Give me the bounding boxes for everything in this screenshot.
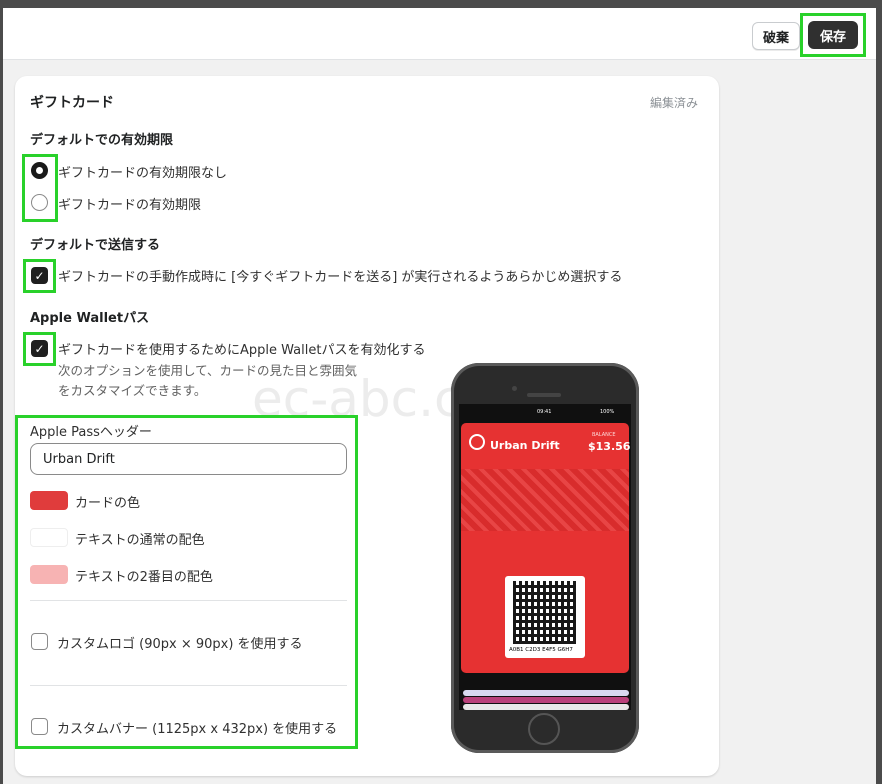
pass-name: Urban Drift — [490, 439, 560, 452]
balance-value: $13.56 — [588, 440, 631, 453]
pass-stack — [463, 697, 629, 703]
send-highlight — [23, 259, 56, 293]
pass-stack — [463, 690, 629, 696]
home-button — [528, 713, 560, 745]
status-badge: 編集済み — [650, 96, 699, 110]
wallet-help-line2: をカスタマイズできます。 — [58, 383, 207, 398]
pass-banner — [461, 469, 629, 531]
status-bar-time: 09:41 — [537, 409, 552, 415]
send-checkbox-label: ギフトカードの手動作成時に [今すぐギフトカードを送る] が実行されるようあらか… — [58, 270, 623, 285]
phone-speaker — [527, 393, 561, 397]
wallet-highlight — [23, 332, 56, 366]
pass-options-highlight — [15, 415, 358, 749]
pass-stack — [463, 704, 629, 710]
save-highlight — [800, 13, 866, 57]
radio-no-expiry-label: ギフトカードの有効期限なし — [58, 166, 228, 181]
balance-label: BALANCE — [592, 432, 616, 438]
phone-camera — [512, 386, 517, 391]
wallet-heading: Apple Walletパス — [30, 311, 150, 326]
save-bar — [3, 8, 876, 60]
radio-expiry-label: ギフトカードの有効期限 — [58, 198, 202, 213]
wallet-checkbox-label: ギフトカードを使用するためにApple Walletパスを有効化する — [58, 343, 426, 358]
qr-code-icon — [513, 581, 576, 644]
pass-logo-icon — [469, 434, 485, 450]
status-bar-battery: 100% — [600, 409, 615, 415]
discard-button[interactable]: 破棄 — [752, 22, 800, 50]
expiry-radio-highlight — [22, 154, 58, 222]
expiry-heading: デフォルトでの有効期限 — [30, 133, 174, 148]
card-title: ギフトカード — [30, 95, 114, 111]
barcode-text: A0B1 C2D3 E4F5 G6H7 — [509, 647, 573, 653]
send-heading: デフォルトで送信する — [30, 238, 161, 253]
